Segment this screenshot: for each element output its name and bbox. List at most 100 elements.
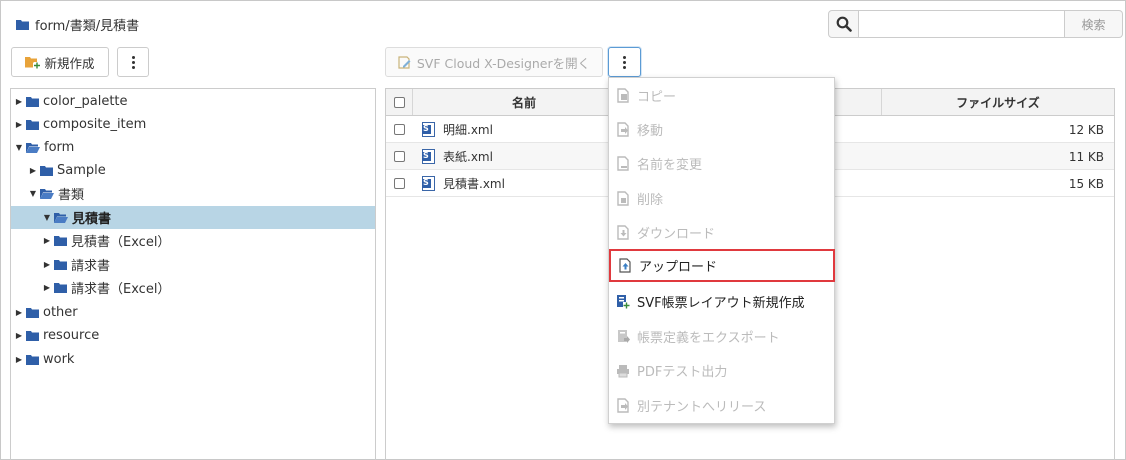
tree-item-label: resource xyxy=(43,328,100,343)
move-icon xyxy=(616,122,630,138)
folder-icon xyxy=(54,283,67,293)
caret-right-icon[interactable]: ▶ xyxy=(14,331,24,340)
new-folder-icon xyxy=(25,56,41,68)
tree-item-form[interactable]: ▼ form xyxy=(11,136,375,159)
folder-open-icon xyxy=(26,143,40,153)
menu-item-label: 別テナントへリリース xyxy=(637,400,767,415)
menu-item-rename[interactable]: 名前を変更 xyxy=(609,147,834,180)
file-name[interactable]: 見積書.xml xyxy=(443,175,505,192)
menu-item-label: SVF帳票レイアウト新規作成 xyxy=(637,296,805,311)
row-checkbox[interactable] xyxy=(394,178,405,189)
menu-item-release[interactable]: 別テナントへリリース xyxy=(609,389,834,422)
menu-item-export[interactable]: 帳票定義をエクスポート xyxy=(609,320,834,353)
menu-item-label: PDFテスト出力 xyxy=(637,365,728,380)
search-icon-button[interactable] xyxy=(828,10,859,38)
svf-xml-file-icon xyxy=(422,176,435,191)
tree-item-label: 見積書 xyxy=(72,212,112,227)
file-name[interactable]: 表紙.xml xyxy=(443,148,493,165)
menu-item-label: 移動 xyxy=(637,124,664,139)
export-icon xyxy=(616,329,630,345)
tree-item-label: composite_item xyxy=(43,117,147,132)
file-name-cell: 表紙.xml xyxy=(422,143,493,170)
menu-item-delete[interactable]: 削除 xyxy=(609,182,834,215)
tree-item-work[interactable]: ▶ work xyxy=(11,348,375,371)
menu-item-label: 削除 xyxy=(637,193,664,208)
file-name-cell: 明細.xml xyxy=(422,116,493,143)
column-header-size[interactable]: ファイルサイズ xyxy=(881,89,1114,115)
caret-right-icon[interactable]: ▶ xyxy=(42,283,52,292)
breadcrumb: form/書類/見積書 xyxy=(16,15,139,34)
file-name-cell: 見積書.xml xyxy=(422,170,505,197)
caret-right-icon[interactable]: ▶ xyxy=(14,355,24,364)
menu-item-new-layout[interactable]: SVF帳票レイアウト新規作成 xyxy=(609,285,834,318)
tree-item-label: 請求書 xyxy=(71,259,111,274)
search-icon xyxy=(836,16,852,32)
new-create-label: 新規作成 xyxy=(44,55,95,71)
tree-item-documents[interactable]: ▼ 書類 xyxy=(11,182,375,205)
caret-down-icon[interactable]: ▼ xyxy=(28,189,38,198)
delete-icon xyxy=(616,191,630,207)
tree-item-sample[interactable]: ▶ Sample xyxy=(11,159,375,182)
tree-item-composite-item[interactable]: ▶ composite_item xyxy=(11,113,375,136)
tree-item-label: 見積書（Excel） xyxy=(71,235,171,250)
folder-icon xyxy=(26,355,39,365)
print-icon xyxy=(616,363,630,379)
select-all-checkbox[interactable] xyxy=(393,96,405,108)
caret-down-icon[interactable]: ▼ xyxy=(14,143,24,152)
menu-item-move[interactable]: 移動 xyxy=(609,113,834,146)
caret-right-icon[interactable]: ▶ xyxy=(42,236,52,245)
caret-right-icon[interactable]: ▶ xyxy=(14,97,24,106)
caret-right-icon[interactable]: ▶ xyxy=(14,308,24,317)
tree-item-invoice[interactable]: ▶ 請求書 xyxy=(11,253,375,276)
tree-item-estimate-excel[interactable]: ▶ 見積書（Excel） xyxy=(11,229,375,252)
tree-item-label: other xyxy=(43,305,78,320)
copy-icon xyxy=(616,88,630,104)
column-header-name[interactable]: 名前 xyxy=(413,89,636,115)
caret-right-icon[interactable]: ▶ xyxy=(14,120,24,129)
file-name[interactable]: 明細.xml xyxy=(443,121,493,138)
menu-item-download[interactable]: ダウンロード xyxy=(609,216,834,249)
svf-xml-file-icon xyxy=(422,149,435,164)
search-bar: 検索 xyxy=(828,10,1123,38)
tree-more-button[interactable] xyxy=(117,47,149,77)
tree-item-color-palette[interactable]: ▶ color_palette xyxy=(11,90,375,113)
caret-right-icon[interactable]: ▶ xyxy=(28,166,38,175)
menu-item-label: コピー xyxy=(637,90,677,105)
menu-item-copy[interactable]: コピー xyxy=(609,79,834,112)
file-size: 15 KB xyxy=(1068,176,1104,191)
open-designer-button[interactable]: SVF Cloud X-Designerを開く xyxy=(385,47,603,77)
tree-item-resource[interactable]: ▶ resource xyxy=(11,324,375,347)
caret-down-icon[interactable]: ▼ xyxy=(42,213,52,222)
caret-right-icon[interactable]: ▶ xyxy=(42,260,52,269)
tree-item-label: work xyxy=(43,352,75,367)
file-size: 11 KB xyxy=(1068,149,1104,164)
file-more-button[interactable] xyxy=(608,47,641,77)
tree-item-label: form xyxy=(44,140,75,155)
download-icon xyxy=(616,225,630,241)
folder-icon xyxy=(26,331,39,341)
search-input[interactable] xyxy=(859,10,1065,38)
folder-open-icon xyxy=(40,189,54,199)
tree-item-invoice-excel[interactable]: ▶ 請求書（Excel） xyxy=(11,276,375,299)
tree-item-other[interactable]: ▶ other xyxy=(11,301,375,324)
release-icon xyxy=(616,398,630,414)
folder-icon xyxy=(26,308,39,318)
select-all-cell xyxy=(386,89,413,115)
svf-xml-file-icon xyxy=(422,122,435,137)
menu-item-pdf-test[interactable]: PDFテスト出力 xyxy=(609,354,834,387)
menu-item-label: ダウンロード xyxy=(637,227,716,242)
kebab-icon xyxy=(131,55,135,69)
folder-open-icon xyxy=(54,213,68,223)
tree-item-label: Sample xyxy=(57,163,106,178)
folder-icon xyxy=(26,120,39,130)
new-create-button[interactable]: 新規作成 xyxy=(11,47,109,77)
row-checkbox[interactable] xyxy=(394,151,405,162)
row-checkbox[interactable] xyxy=(394,124,405,135)
tree-item-estimate[interactable]: ▼ 見積書 xyxy=(11,206,375,229)
tree-item-label: color_palette xyxy=(43,94,128,109)
menu-item-upload[interactable]: アップロード xyxy=(609,249,835,282)
folder-icon xyxy=(40,166,53,176)
menu-item-label: 帳票定義をエクスポート xyxy=(637,331,780,346)
search-submit-button[interactable]: 検索 xyxy=(1065,10,1123,38)
folder-icon xyxy=(16,20,29,30)
